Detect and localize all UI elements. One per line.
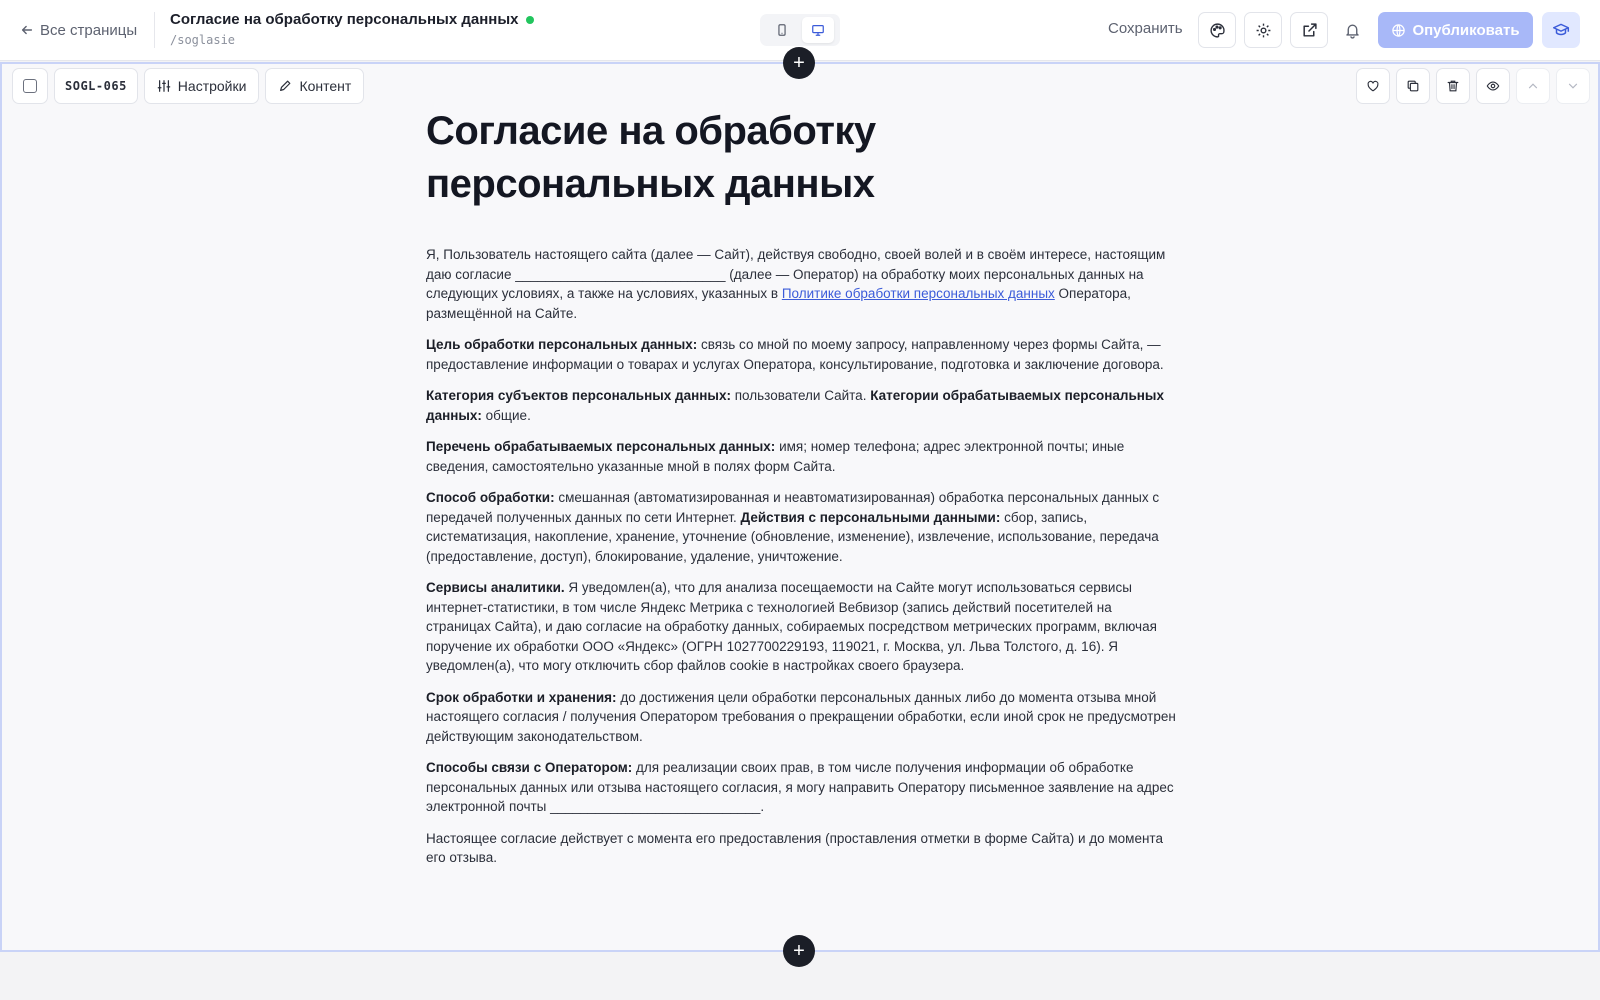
select-block-checkbox[interactable]: [12, 68, 48, 104]
block-content-button[interactable]: Контент: [265, 68, 365, 104]
status-dot: [526, 15, 535, 24]
subjects-text: пользователи Сайта.: [730, 388, 871, 403]
page-settings-button[interactable]: [1244, 12, 1282, 48]
document-title: Согласие на обработку персональных данны…: [426, 109, 876, 206]
paragraph-categories: Категория субъектов персональных данных:…: [426, 386, 1176, 425]
publish-button[interactable]: Опубликовать: [1378, 12, 1533, 48]
block-code: SOGL-065: [54, 68, 138, 104]
paragraph-analytics: Сервисы аналитики. Я уведомлен(а), что д…: [426, 578, 1176, 676]
paragraph-intro: Я, Пользователь настоящего сайта (далее …: [426, 245, 1176, 323]
processing-method-label: Способ обработки:: [426, 490, 555, 505]
trash-icon: [1447, 80, 1459, 92]
analytics-label: Сервисы аналитики.: [426, 580, 565, 595]
desktop-view-button[interactable]: [802, 17, 834, 43]
retention-label: Срок обработки и хранения:: [426, 689, 617, 705]
chevron-down-icon: [1568, 83, 1578, 89]
device-toggle: [760, 14, 840, 46]
document-content: Согласие на обработку персональных данны…: [426, 105, 1176, 880]
back-to-pages-link[interactable]: Все страницы: [20, 20, 137, 40]
block-content-label: Контент: [299, 78, 352, 94]
block-settings-button[interactable]: Настройки: [143, 68, 260, 104]
block-toolbar-right: [1356, 68, 1590, 104]
block-toolbar-left: SOGL-065 Настройки Контент: [12, 68, 365, 104]
add-block-above-button[interactable]: +: [783, 47, 815, 79]
globe-icon: [1392, 23, 1406, 37]
contact-label: Способы связи с Оператором:: [426, 760, 633, 775]
divider: [154, 12, 155, 48]
checkbox-box: [23, 79, 37, 93]
data-categories-text: общие.: [481, 407, 531, 423]
smartphone-icon: [778, 24, 786, 36]
external-link-icon: [1302, 22, 1317, 37]
purpose-label: Цель обработки персональных данных:: [426, 337, 698, 352]
duplicate-block-button[interactable]: [1396, 68, 1430, 104]
add-block-below-button[interactable]: +: [783, 935, 815, 967]
learn-button[interactable]: [1542, 12, 1580, 48]
back-link-label: Все страницы: [40, 21, 138, 39]
paragraph-data-list: Перечень обрабатываемых персональных дан…: [426, 437, 1176, 476]
paragraph-validity: Настоящее согласие действует с момента е…: [426, 830, 1163, 866]
mobile-view-button[interactable]: [766, 17, 798, 43]
graduation-cap-icon: [1552, 23, 1570, 36]
delete-block-button[interactable]: [1436, 68, 1470, 104]
move-block-up-button[interactable]: [1516, 68, 1550, 104]
copy-icon: [1407, 80, 1419, 92]
gear-icon: [1256, 23, 1270, 37]
paragraph-processing: Способ обработки: смешанная (автоматизир…: [426, 488, 1176, 566]
paragraph-contact: Способы связи с Оператором: для реализац…: [426, 758, 1176, 817]
notifications-button[interactable]: [1342, 20, 1362, 40]
toggle-visibility-button[interactable]: [1476, 68, 1510, 104]
publish-label: Опубликовать: [1412, 21, 1520, 39]
monitor-icon: [812, 25, 824, 36]
plus-icon: +: [793, 51, 805, 74]
processing-actions-label: Действия с персональными данными:: [740, 509, 1001, 525]
favorite-block-button[interactable]: [1356, 68, 1390, 104]
theme-button[interactable]: [1198, 12, 1236, 48]
palette-icon: [1209, 22, 1225, 38]
data-list-label: Перечень обрабатываемых персональных дан…: [426, 439, 776, 454]
heart-icon: [1367, 80, 1379, 92]
paragraph-retention: Срок обработки и хранения: до достижения…: [426, 688, 1176, 747]
page-slug: /soglasie: [170, 33, 236, 47]
sliders-icon: [157, 80, 171, 92]
page-title: Согласие на обработку персональных данны…: [170, 11, 535, 28]
paragraph-purpose: Цель обработки персональных данных: связ…: [426, 335, 1176, 374]
privacy-policy-link[interactable]: Политике обработки персональных данных: [782, 286, 1055, 301]
subjects-label: Категория субъектов персональных данных:: [426, 388, 731, 403]
chevron-up-icon: [1528, 83, 1538, 89]
block-settings-label: Настройки: [177, 78, 247, 94]
bell-icon: [1345, 24, 1359, 39]
plus-icon: +: [793, 939, 805, 962]
arrow-left-icon: [21, 25, 33, 35]
page-info: Согласие на обработку персональных данны…: [170, 11, 535, 47]
eye-icon: [1486, 81, 1500, 91]
pencil-icon: [280, 80, 291, 91]
open-page-button[interactable]: [1290, 12, 1328, 48]
page-title-text: Согласие на обработку персональных данны…: [170, 11, 519, 28]
save-button[interactable]: Сохранить: [1108, 20, 1183, 37]
move-block-down-button[interactable]: [1556, 68, 1590, 104]
